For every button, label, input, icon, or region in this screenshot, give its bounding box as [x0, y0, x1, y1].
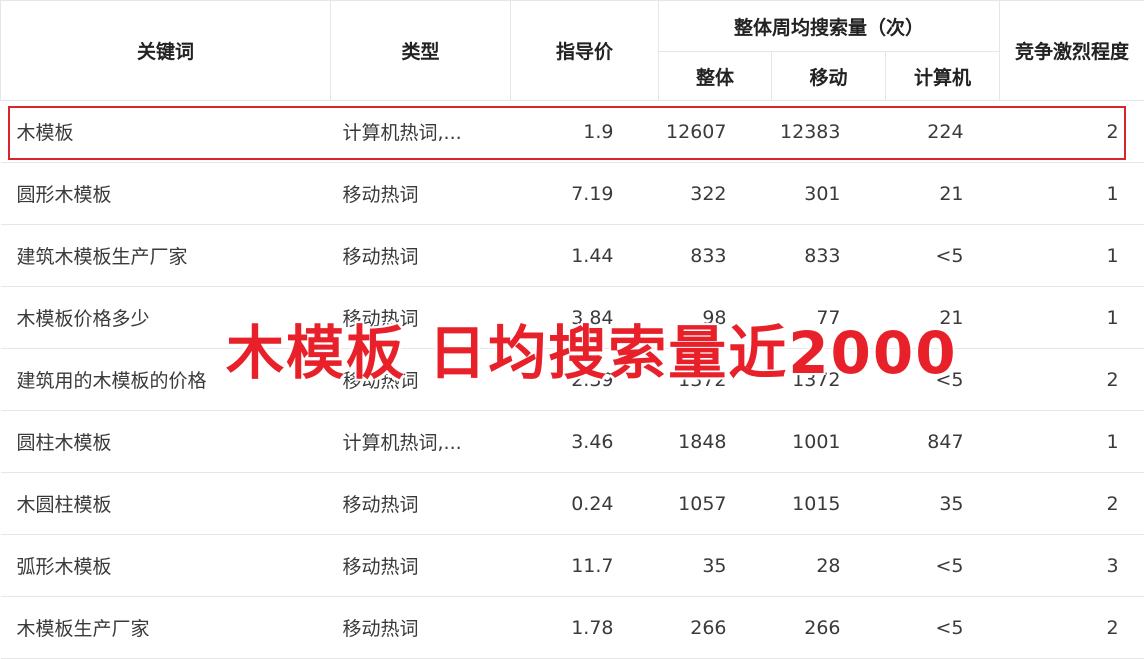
cell-competition: 2 — [1000, 473, 1144, 535]
cell-type: 移动热词 — [331, 535, 511, 597]
cell-overall: 1848 — [659, 411, 772, 473]
cell-keyword: 木模板生产厂家 — [1, 597, 331, 659]
cell-mobile: 301 — [772, 163, 886, 225]
cell-overall: 35 — [659, 535, 772, 597]
table-row[interactable]: 木圆柱模板移动热词0.2410571015352 — [1, 473, 1144, 535]
cell-competition: 2 — [1000, 597, 1144, 659]
cell-competition: 2 — [1000, 349, 1144, 411]
cell-competition: 2 — [1000, 101, 1144, 163]
cell-type: 计算机热词,... — [331, 101, 511, 163]
cell-keyword: 木模板 — [1, 101, 331, 163]
cell-type: 移动热词 — [331, 163, 511, 225]
cell-price: 1.78 — [511, 597, 659, 659]
cell-pc: 35 — [886, 473, 1000, 535]
cell-price: 1.9 — [511, 101, 659, 163]
cell-overall: 833 — [659, 225, 772, 287]
cell-keyword: 弧形木模板 — [1, 535, 331, 597]
cell-pc: 21 — [886, 163, 1000, 225]
table-row[interactable]: 木模板计算机热词,...1.912607123832242 — [1, 101, 1144, 163]
table-row[interactable]: 木模板生产厂家移动热词1.78266266<52 — [1, 597, 1144, 659]
cell-competition: 3 — [1000, 535, 1144, 597]
cell-pc: <5 — [886, 535, 1000, 597]
cell-overall: 1057 — [659, 473, 772, 535]
cell-keyword: 建筑木模板生产厂家 — [1, 225, 331, 287]
cell-pc: 224 — [886, 101, 1000, 163]
cell-price: 1.44 — [511, 225, 659, 287]
cell-type: 移动热词 — [331, 225, 511, 287]
cell-mobile: 1015 — [772, 473, 886, 535]
cell-overall: 266 — [659, 597, 772, 659]
cell-keyword: 圆柱木模板 — [1, 411, 331, 473]
cell-mobile: 833 — [772, 225, 886, 287]
cell-competition: 1 — [1000, 225, 1144, 287]
cell-pc: <5 — [886, 597, 1000, 659]
cell-mobile: 12383 — [772, 101, 886, 163]
col-header-price[interactable]: 指导价 — [511, 1, 659, 101]
cell-keyword: 圆形木模板 — [1, 163, 331, 225]
col-header-weekly-search: 整体周均搜索量（次） — [659, 1, 1000, 52]
cell-type: 移动热词 — [331, 597, 511, 659]
table-row[interactable]: 弧形木模板移动热词11.73528<53 — [1, 535, 1144, 597]
cell-price: 7.19 — [511, 163, 659, 225]
col-header-pc[interactable]: 计算机 — [886, 52, 1000, 101]
cell-competition: 1 — [1000, 411, 1144, 473]
cell-type: 移动热词 — [331, 473, 511, 535]
cell-competition: 1 — [1000, 287, 1144, 349]
cell-pc: <5 — [886, 225, 1000, 287]
cell-competition: 1 — [1000, 163, 1144, 225]
cell-overall: 12607 — [659, 101, 772, 163]
cell-pc: 847 — [886, 411, 1000, 473]
table-header: 关键词 类型 指导价 整体周均搜索量（次） 竞争激烈程度 整体 移动 计算机 — [1, 1, 1144, 101]
col-header-mobile[interactable]: 移动 — [772, 52, 886, 101]
overlay-caption: 木模板 日均搜索量近2000 — [226, 306, 958, 390]
table-row[interactable]: 圆形木模板移动热词7.19322301211 — [1, 163, 1144, 225]
col-header-type[interactable]: 类型 — [331, 1, 511, 101]
cell-price: 11.7 — [511, 535, 659, 597]
cell-mobile: 266 — [772, 597, 886, 659]
col-header-keyword[interactable]: 关键词 — [1, 1, 331, 101]
table-row[interactable]: 圆柱木模板计算机热词,...3.46184810018471 — [1, 411, 1144, 473]
cell-mobile: 28 — [772, 535, 886, 597]
col-header-overall[interactable]: 整体 — [659, 52, 772, 101]
cell-keyword: 木圆柱模板 — [1, 473, 331, 535]
col-header-competition[interactable]: 竞争激烈程度 — [1000, 1, 1144, 101]
cell-overall: 322 — [659, 163, 772, 225]
cell-price: 0.24 — [511, 473, 659, 535]
cell-type: 计算机热词,... — [331, 411, 511, 473]
cell-mobile: 1001 — [772, 411, 886, 473]
table-row[interactable]: 建筑木模板生产厂家移动热词1.44833833<51 — [1, 225, 1144, 287]
cell-price: 3.46 — [511, 411, 659, 473]
